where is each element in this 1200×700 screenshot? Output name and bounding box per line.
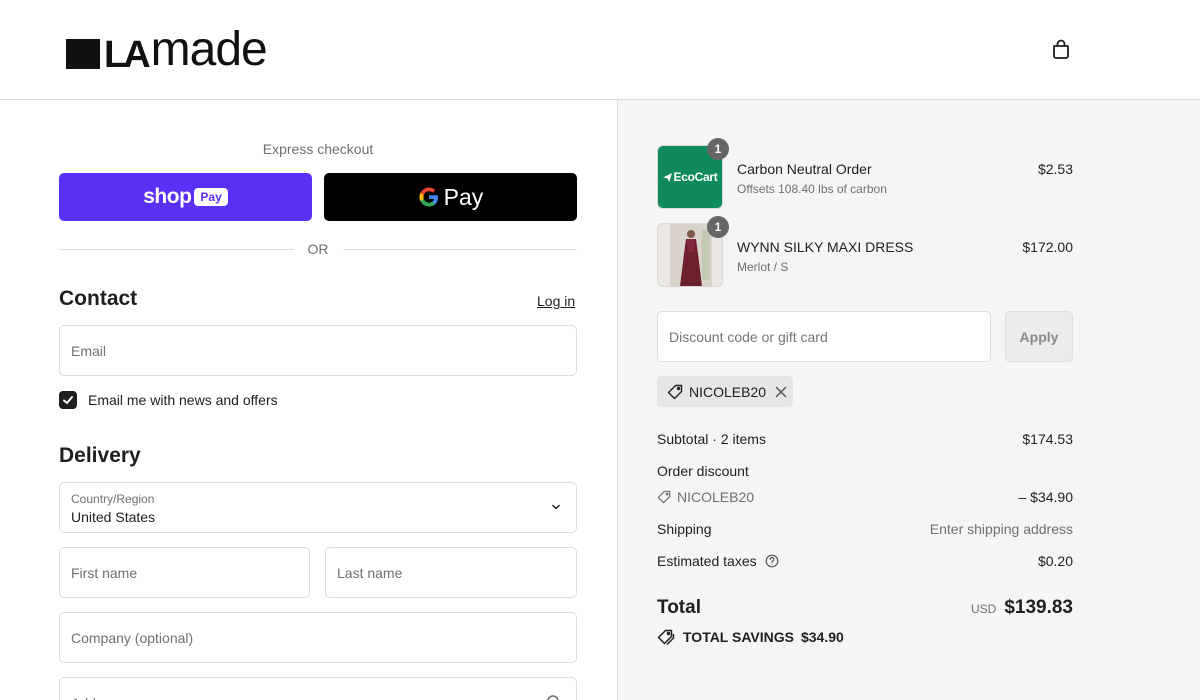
logo-made: made [150, 23, 268, 76]
email-field-wrapper [59, 325, 577, 376]
total-value: $139.83 [1004, 597, 1073, 618]
item-variant: Offsets 108.40 lbs of carbon [737, 182, 887, 196]
savings-value: $34.90 [800, 629, 844, 645]
taxes-value: $0.20 [1037, 553, 1073, 569]
first-name-wrapper [59, 547, 310, 598]
tag-icon [657, 629, 675, 645]
taxes-info-button[interactable] [765, 554, 779, 568]
country-select[interactable]: Country/Region United States [59, 482, 577, 533]
checkmark-icon [63, 396, 73, 404]
taxes-row: Estimated taxes [657, 553, 779, 569]
shipping-value: Enter shipping address [929, 521, 1073, 537]
order-discount-label: Order discount [657, 463, 749, 479]
subtotal-label: Subtotal · 2 items [657, 431, 766, 447]
delivery-heading: Delivery [59, 444, 141, 467]
chevron-down-icon [552, 504, 560, 510]
logo-la: LA [104, 34, 151, 76]
total-currency: USD [970, 602, 997, 616]
shop-pay-pill: Pay [194, 188, 228, 206]
first-name-field[interactable] [60, 548, 309, 597]
country-select-label: Country/Region [71, 492, 155, 506]
shipping-label: Shipping [657, 521, 712, 537]
item-price: $2.53 [1037, 161, 1073, 177]
ecocart-logo-text: EcoCart [673, 170, 718, 184]
applied-discount-chip: NICOLEB20 [657, 376, 793, 407]
google-g-icon [419, 187, 438, 207]
item-variant: Merlot / S [737, 260, 789, 274]
contact-heading: Contact [59, 287, 138, 310]
taxes-label: Estimated taxes [657, 553, 757, 569]
site-header: LA made [0, 0, 1200, 100]
or-divider: OR [59, 239, 577, 259]
item-name: WYNN SILKY MAXI DRESS [737, 239, 914, 255]
country-select-value: United States [71, 509, 156, 525]
cart-button[interactable] [1048, 36, 1074, 62]
express-checkout-label: Express checkout [262, 141, 374, 157]
search-icon [547, 695, 559, 700]
total-savings: TOTAL SAVINGS $34.90 [657, 629, 844, 645]
login-link[interactable]: Log in [537, 293, 575, 309]
shop-pay-wordmark: shop [143, 185, 192, 208]
order-discount-code: NICOLEB20 [677, 489, 755, 505]
email-field[interactable] [60, 326, 576, 375]
total-label: Total [657, 597, 701, 618]
or-line-right [342, 248, 577, 250]
remove-discount-button[interactable] [775, 386, 787, 398]
discount-code-input[interactable] [658, 312, 990, 361]
item-name: Carbon Neutral Order [737, 161, 872, 177]
shopping-bag-icon [1053, 39, 1069, 59]
newsletter-checkbox[interactable] [59, 391, 77, 409]
newsletter-label: Email me with news and offers [88, 392, 278, 408]
address-wrapper [59, 677, 577, 700]
send-icon [662, 172, 672, 182]
tag-icon [667, 384, 683, 399]
subtotal-value: $174.53 [1022, 431, 1073, 447]
last-name-wrapper [325, 547, 577, 598]
order-discount-value: – $34.90 [1018, 489, 1074, 505]
company-field[interactable] [60, 613, 576, 662]
close-icon [775, 386, 787, 397]
discount-field-wrapper [657, 311, 991, 362]
store-logo[interactable]: LA made [66, 23, 268, 76]
shop-pay-button[interactable]: shop Pay [59, 173, 312, 221]
quantity-badge: 1 [707, 138, 729, 160]
google-pay-button[interactable]: Pay [324, 173, 577, 221]
tag-icon [657, 490, 671, 504]
quantity-badge: 1 [707, 216, 729, 238]
or-line-left [59, 248, 294, 250]
google-pay-label: Pay [443, 183, 484, 210]
total-amount: USD $139.83 [971, 597, 1073, 619]
logo-block [66, 39, 100, 69]
applied-discount-code: NICOLEB20 [689, 383, 767, 400]
apply-discount-button[interactable]: Apply [1005, 311, 1073, 362]
company-wrapper [59, 612, 577, 663]
or-text: OR [307, 241, 329, 257]
address-field[interactable] [60, 678, 576, 700]
order-discount-code-row: NICOLEB20 [657, 489, 754, 505]
newsletter-checkbox-row[interactable]: Email me with news and offers [59, 391, 278, 409]
item-price: $172.00 [1022, 239, 1073, 255]
last-name-field[interactable] [326, 548, 576, 597]
help-circle-icon [765, 554, 779, 568]
savings-label: TOTAL SAVINGS [683, 629, 794, 645]
